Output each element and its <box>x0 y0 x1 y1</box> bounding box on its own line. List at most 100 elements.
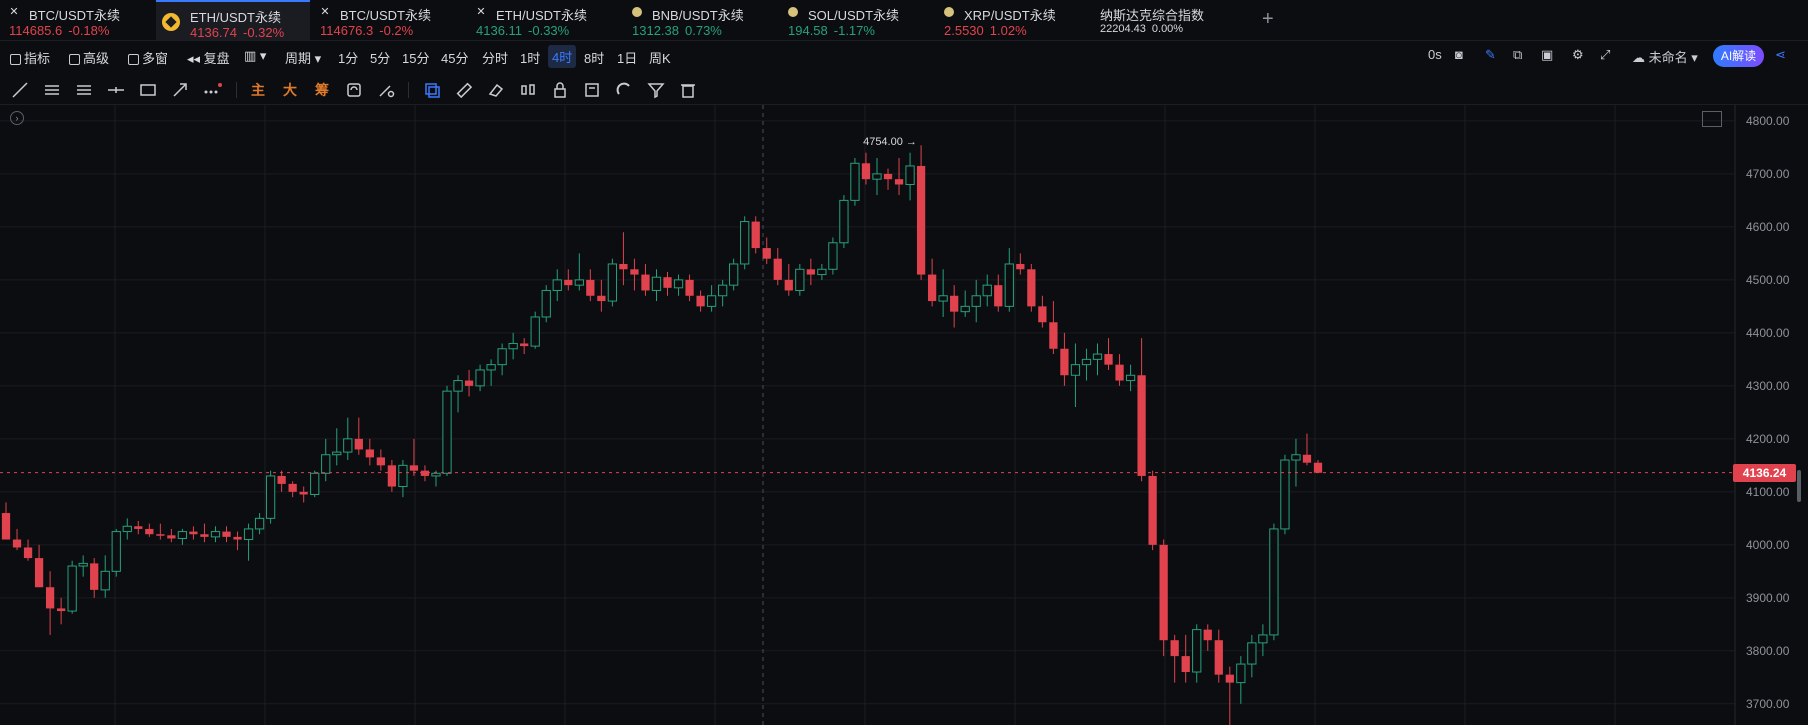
candle[interactable] <box>1137 338 1146 482</box>
candle[interactable] <box>1027 263 1036 312</box>
trend-line-tool[interactable] <box>10 80 30 100</box>
add-tab-button[interactable]: + <box>1262 8 1274 31</box>
candle[interactable] <box>189 526 198 540</box>
export-icon[interactable]: ⧉ <box>1513 47 1522 63</box>
candle[interactable] <box>938 269 948 317</box>
candle[interactable] <box>916 145 926 280</box>
candle[interactable] <box>696 290 705 312</box>
candle[interactable] <box>167 528 176 543</box>
candle[interactable] <box>883 168 893 190</box>
fullscreen-icon[interactable]: ⤢ <box>1600 47 1610 63</box>
candle[interactable] <box>905 152 915 201</box>
candle[interactable] <box>673 274 684 296</box>
candle[interactable] <box>1049 301 1058 355</box>
replay-button[interactable]: ◂◂ 复盘 <box>187 48 230 67</box>
candle[interactable] <box>751 216 760 254</box>
camera-icon[interactable]: ◙ <box>1455 47 1463 62</box>
period-dropdown[interactable]: 周期 ▾ <box>285 48 321 67</box>
arrow-tool[interactable] <box>170 80 190 100</box>
candle[interactable] <box>1092 343 1103 376</box>
candle[interactable] <box>497 343 507 376</box>
period-15m[interactable]: 15分 <box>402 48 429 67</box>
collapse-icon[interactable]: › <box>10 111 24 125</box>
candle[interactable] <box>365 438 374 466</box>
period-1h[interactable]: 1时 <box>520 48 540 67</box>
candle[interactable] <box>1081 348 1092 381</box>
chart-type-button[interactable]: ▥ ▾ <box>244 48 266 64</box>
candle[interactable] <box>839 195 849 249</box>
multi-window-button[interactable]: 多窗 <box>128 48 168 67</box>
candle[interactable] <box>1004 248 1014 312</box>
sync-icon[interactable] <box>344 80 364 100</box>
candle[interactable] <box>740 216 750 270</box>
candle[interactable] <box>971 279 981 323</box>
candle[interactable] <box>409 438 419 476</box>
candle[interactable] <box>453 375 463 413</box>
share-icon[interactable]: ⋖ <box>1775 47 1786 63</box>
filter-icon[interactable] <box>646 80 666 100</box>
candle[interactable] <box>552 269 562 302</box>
magnet-snap-icon[interactable] <box>614 80 634 100</box>
tab-xrp-usdt[interactable]: XRP/USDT永续 2.5530 1.02% <box>940 0 1090 40</box>
horizontal-line-tool[interactable] <box>106 80 126 100</box>
candle[interactable] <box>23 539 33 561</box>
candle[interactable] <box>254 513 265 535</box>
candle[interactable] <box>486 359 496 386</box>
tab-eth-usdt-active[interactable]: ETH/USDT永续 4136.74 -0.32% <box>156 0 310 40</box>
candle[interactable] <box>960 290 970 317</box>
ai-interpret-button[interactable]: AI解读 <box>1713 45 1764 67</box>
candle[interactable] <box>795 263 805 296</box>
layout-name-dropdown[interactable]: ☁ 未命名 ▾ <box>1632 47 1698 66</box>
scroll-handle[interactable] <box>1797 470 1801 502</box>
candle-tool-icon[interactable] <box>518 80 538 100</box>
tab-sol-usdt[interactable]: SOL/USDT永续 194.58 -1.17% <box>784 0 934 40</box>
magnet-icon[interactable] <box>422 80 442 100</box>
candle[interactable] <box>607 258 618 307</box>
candle[interactable] <box>850 157 860 206</box>
candle[interactable] <box>718 279 728 307</box>
candle[interactable] <box>872 157 882 196</box>
chart-canvas[interactable] <box>0 105 1808 725</box>
candle[interactable] <box>277 470 286 492</box>
candle[interactable] <box>530 311 540 349</box>
candle[interactable] <box>1192 624 1202 683</box>
more-tools-icon[interactable] <box>202 80 222 100</box>
period-8h[interactable]: 8时 <box>584 48 604 67</box>
candle[interactable] <box>376 449 385 471</box>
candle[interactable] <box>1236 656 1246 704</box>
candle[interactable] <box>685 274 694 302</box>
candle[interactable] <box>1291 438 1301 487</box>
layout-icon[interactable]: ▣ <box>1541 47 1553 63</box>
candle[interactable] <box>177 528 188 545</box>
candle[interactable] <box>508 332 518 360</box>
candle[interactable] <box>784 263 793 296</box>
candle[interactable] <box>1181 634 1190 683</box>
ruler-icon[interactable] <box>454 80 474 100</box>
candle[interactable] <box>1247 634 1257 678</box>
tab-nasdaq[interactable]: 纳斯达克综合指数 22204.43 0.00% <box>1096 0 1246 40</box>
lock-icon[interactable] <box>550 80 570 100</box>
horizontal-ray-tool[interactable] <box>42 80 62 100</box>
candle[interactable] <box>343 417 353 461</box>
candle[interactable] <box>1148 470 1157 551</box>
candle[interactable] <box>663 271 672 296</box>
candle[interactable] <box>1214 629 1223 683</box>
candle[interactable] <box>78 555 88 577</box>
tab-eth-usdt-2[interactable]: ✕ ETH/USDT永续 4136.11 -0.33% <box>472 0 622 40</box>
candle[interactable] <box>1016 253 1025 275</box>
period-1m[interactable]: 1分 <box>338 48 358 67</box>
candle[interactable] <box>520 338 529 355</box>
advanced-button[interactable]: 高级 <box>69 48 109 67</box>
candle[interactable] <box>122 518 132 540</box>
candle[interactable] <box>597 279 606 312</box>
candle[interactable] <box>1104 338 1113 370</box>
candle[interactable] <box>222 526 231 543</box>
candle[interactable] <box>729 258 739 291</box>
candle[interactable] <box>145 523 154 537</box>
chip-distribution-toggle[interactable]: 筹 <box>312 80 332 100</box>
candle[interactable] <box>156 523 165 540</box>
candle[interactable] <box>1115 354 1124 386</box>
candle[interactable] <box>299 486 308 503</box>
candle[interactable] <box>1 502 11 540</box>
candle[interactable] <box>420 465 430 482</box>
